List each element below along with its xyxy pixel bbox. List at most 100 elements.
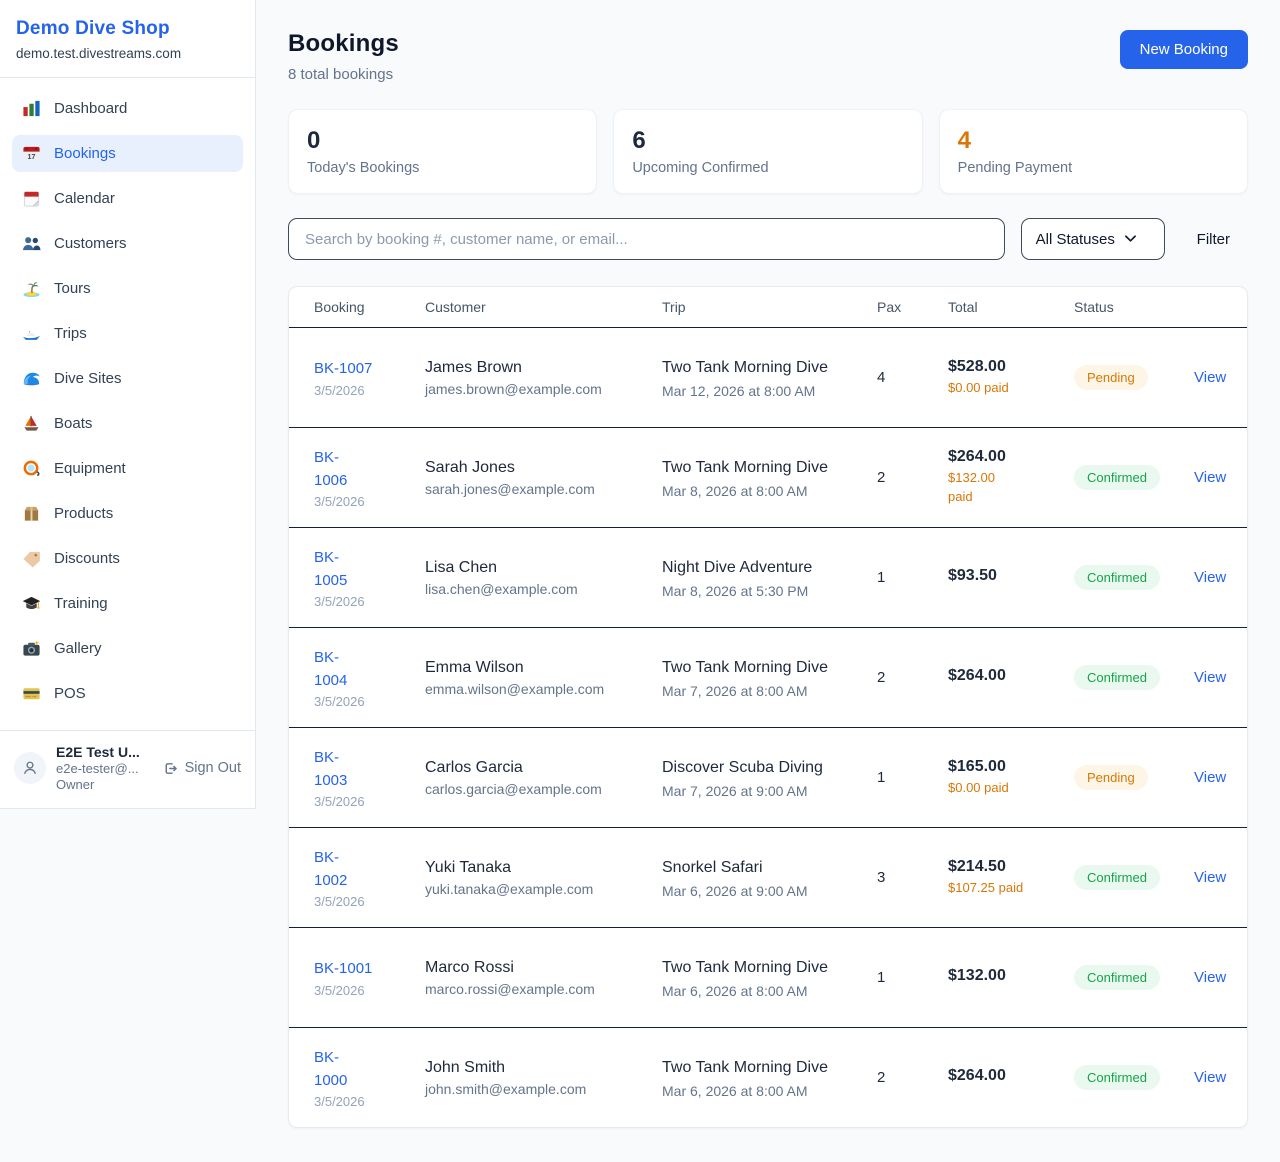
trip-name: Two Tank Morning Dive <box>662 356 832 379</box>
user-name: E2E Test U... <box>56 744 152 760</box>
status-badge: Confirmed <box>1074 565 1160 590</box>
view-link[interactable]: View <box>1194 869 1226 886</box>
sidebar-item-label: Equipment <box>54 460 126 477</box>
trip-datetime: Mar 12, 2026 at 8:00 AM <box>662 383 877 399</box>
stat-card-upcoming-confirmed: 6 Upcoming Confirmed <box>613 109 922 194</box>
sidebar-item-calendar[interactable]: Calendar <box>12 180 243 217</box>
new-booking-button[interactable]: New Booking <box>1120 30 1248 69</box>
view-link[interactable]: View <box>1194 669 1226 686</box>
total-amount: $264.00 <box>948 667 1074 685</box>
user-email: e2e-tester@... <box>56 761 152 776</box>
booking-id-link[interactable]: BK-1001 <box>314 957 372 980</box>
booking-id-link[interactable]: BK-1004 <box>314 646 354 693</box>
status-badge: Pending <box>1074 365 1148 390</box>
customer-email: yuki.tanaka@example.com <box>425 881 662 897</box>
stats-row: 0 Today's Bookings 6 Upcoming Confirmed … <box>288 109 1248 194</box>
shop-header: Demo Dive Shop demo.test.divestreams.com <box>0 0 255 78</box>
customer-name: Lisa Chen <box>425 559 662 577</box>
user-meta: E2E Test U... e2e-tester@... Owner <box>56 744 152 792</box>
total-amount: $528.00 <box>948 358 1074 376</box>
customer-email: john.smith@example.com <box>425 1081 662 1097</box>
booking-id-link[interactable]: BK-1005 <box>314 546 354 593</box>
column-header-customer: Customer <box>425 299 662 315</box>
sidebar-item-label: Products <box>54 505 113 522</box>
tag-icon <box>22 549 41 568</box>
booking-date: 3/5/2026 <box>314 594 425 609</box>
booking-id-link[interactable]: BK-1007 <box>314 357 372 380</box>
customer-name: Marco Rossi <box>425 959 662 977</box>
customer-email: lisa.chen@example.com <box>425 581 662 597</box>
status-badge: Confirmed <box>1074 865 1160 890</box>
table-row: BK-1000 3/5/2026 John Smith john.smith@e… <box>289 1027 1247 1127</box>
booking-date: 3/5/2026 <box>314 383 425 398</box>
booking-id-link[interactable]: BK-1000 <box>314 1046 354 1093</box>
trip-datetime: Mar 6, 2026 at 9:00 AM <box>662 883 877 899</box>
people-icon <box>22 234 41 253</box>
trip-name: Night Dive Adventure <box>662 556 832 579</box>
sidebar-item-dashboard[interactable]: Dashboard <box>12 90 243 127</box>
shop-name: Demo Dive Shop <box>16 18 239 40</box>
sidebar-item-gallery[interactable]: Gallery <box>12 630 243 667</box>
customer-email: carlos.garcia@example.com <box>425 781 662 797</box>
bookings-calendar-icon: 17 <box>22 144 41 163</box>
total-amount: $93.50 <box>948 567 1074 585</box>
paid-amount: $0.00 paid <box>948 379 1074 398</box>
sidebar-item-label: Calendar <box>54 190 115 207</box>
sidebar-item-label: Boats <box>54 415 92 432</box>
customer-name: Carlos Garcia <box>425 759 662 777</box>
sidebar-item-pos[interactable]: POS <box>12 675 243 712</box>
sidebar-item-bookings[interactable]: 17 Bookings <box>12 135 243 172</box>
sidebar-item-label: Tours <box>54 280 91 297</box>
view-link[interactable]: View <box>1194 369 1226 386</box>
user-footer: E2E Test U... e2e-tester@... Owner Sign … <box>0 730 255 808</box>
search-input[interactable] <box>288 218 1005 260</box>
sidebar-item-label: Bookings <box>54 145 116 162</box>
sidebar-item-boats[interactable]: Boats <box>12 405 243 442</box>
speedboat-icon <box>22 324 41 343</box>
sidebar-item-equipment[interactable]: Equipment <box>12 450 243 487</box>
pax-count: 1 <box>877 969 948 986</box>
booking-id-link[interactable]: BK-1003 <box>314 746 354 793</box>
paid-amount: $0.00 paid <box>948 779 1074 798</box>
sidebar-item-customers[interactable]: Customers <box>12 225 243 262</box>
credit-card-icon <box>22 684 41 703</box>
sailboat-icon <box>22 414 41 433</box>
status-filter-select[interactable]: All Statuses <box>1021 218 1165 260</box>
view-link[interactable]: View <box>1194 569 1226 586</box>
sidebar-item-products[interactable]: Products <box>12 495 243 532</box>
view-link[interactable]: View <box>1194 969 1226 986</box>
shop-domain: demo.test.divestreams.com <box>16 46 239 61</box>
customer-email: emma.wilson@example.com <box>425 681 662 697</box>
booking-id-link[interactable]: BK-1002 <box>314 846 354 893</box>
sidebar-item-discounts[interactable]: Discounts <box>12 540 243 577</box>
stat-label: Upcoming Confirmed <box>632 160 903 176</box>
sidebar-item-dive-sites[interactable]: Dive Sites <box>12 360 243 397</box>
view-link[interactable]: View <box>1194 769 1226 786</box>
view-link[interactable]: View <box>1194 469 1226 486</box>
sidebar-item-label: Customers <box>54 235 127 252</box>
trip-datetime: Mar 8, 2026 at 8:00 AM <box>662 483 877 499</box>
sign-out-button[interactable]: Sign Out <box>162 760 241 777</box>
sidebar-item-trips[interactable]: Trips <box>12 315 243 352</box>
total-amount: $214.50 <box>948 858 1074 876</box>
sidebar-item-label: Training <box>54 595 108 612</box>
sign-out-icon <box>162 760 179 777</box>
sidebar-item-tours[interactable]: Tours <box>12 270 243 307</box>
pax-count: 4 <box>877 369 948 386</box>
column-header-booking: Booking <box>314 299 425 315</box>
paid-amount: $132.00 paid <box>948 469 1008 507</box>
pax-count: 1 <box>877 769 948 786</box>
booking-id-link[interactable]: BK-1006 <box>314 446 354 493</box>
customer-email: james.brown@example.com <box>425 381 662 397</box>
booking-date: 3/5/2026 <box>314 494 425 509</box>
sidebar: Demo Dive Shop demo.test.divestreams.com… <box>0 0 256 809</box>
table-row: BK-1007 3/5/2026 James Brown james.brown… <box>289 327 1247 427</box>
customer-email: marco.rossi@example.com <box>425 981 662 997</box>
sidebar-item-training[interactable]: Training <box>12 585 243 622</box>
table-row: BK-1002 3/5/2026 Yuki Tanaka yuki.tanaka… <box>289 827 1247 927</box>
column-header-pax: Pax <box>877 299 948 315</box>
total-amount: $132.00 <box>948 967 1074 985</box>
view-link[interactable]: View <box>1194 1069 1226 1086</box>
status-badge: Confirmed <box>1074 665 1160 690</box>
customer-name: Emma Wilson <box>425 659 662 677</box>
